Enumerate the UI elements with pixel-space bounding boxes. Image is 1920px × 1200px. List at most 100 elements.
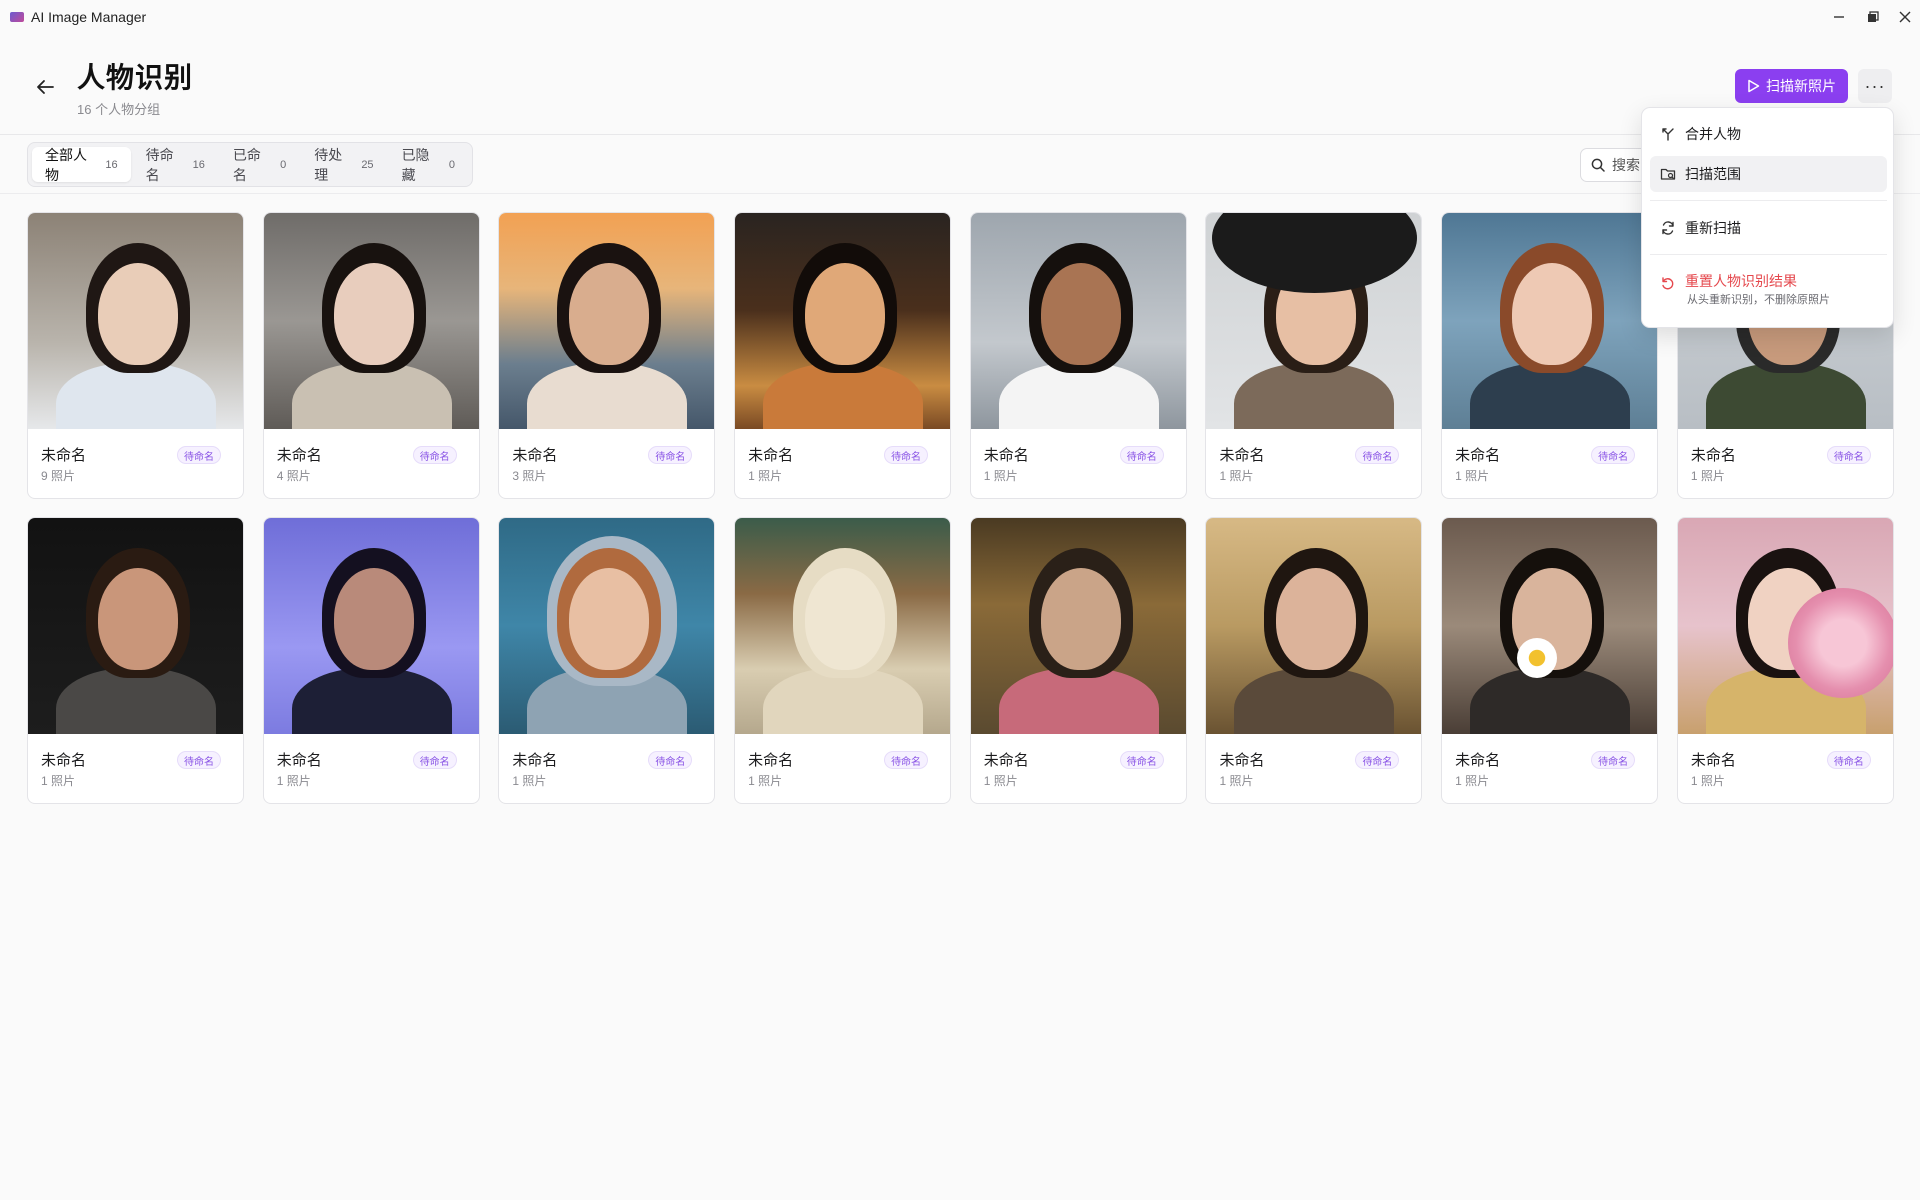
person-card[interactable]: 未命名 4 照片 待命名 [262, 212, 480, 499]
person-photo[interactable] [1677, 518, 1893, 734]
status-badge: 待命名 [412, 751, 457, 769]
play-icon [1748, 79, 1760, 93]
folder-search-icon [1660, 168, 1676, 180]
person-card[interactable]: 未命名 1 照片 待命名 [734, 517, 952, 804]
person-photo[interactable] [970, 518, 1186, 734]
tab-named[interactable]: 已命名 0 [220, 147, 299, 183]
menu-separator [1650, 200, 1887, 201]
scan-new-photos-button[interactable]: 扫描新照片 [1735, 69, 1848, 103]
photo-count: 1 照片 [1219, 774, 1254, 788]
tab-count: 0 [448, 158, 455, 171]
person-name: 未命名 [748, 447, 794, 464]
person-card[interactable]: 未命名 1 照片 待命名 [1205, 212, 1423, 499]
person-name: 未命名 [983, 752, 1029, 769]
person-grid: 未命名 9 照片 待命名 未命名 4 照片 待命名 未命名 3 照片 待命名 未命名 1 照片 待命名… [27, 212, 1895, 804]
status-badge: 待命名 [412, 446, 457, 464]
photo-flower [1517, 638, 1558, 678]
photo-count: 3 照片 [512, 469, 547, 483]
person-photo[interactable] [1442, 213, 1658, 429]
person-card[interactable]: 未命名 9 照片 待命名 [27, 212, 244, 499]
photo-count: 1 照片 [748, 774, 783, 788]
person-name: 未命名 [983, 447, 1029, 464]
person-photo[interactable] [499, 213, 715, 429]
status-badge: 待命名 [1355, 446, 1400, 464]
menu-reset-description: 从头重新识别，不删除原照片 [1687, 294, 1830, 306]
photo-count: 1 照片 [1690, 469, 1725, 483]
menu-merge-label: 合并人物 [1685, 126, 1741, 142]
person-photo[interactable] [28, 213, 243, 429]
app-logo-icon [10, 12, 24, 22]
tab-all-people[interactable]: 全部人物 16 [32, 147, 131, 183]
person-card[interactable]: 未命名 1 照片 待命名 [262, 517, 480, 804]
status-badge: 待命名 [884, 446, 929, 464]
person-card[interactable]: 未命名 1 照片 待命名 [27, 517, 244, 804]
app-title: AI Image Manager [31, 9, 147, 25]
status-badge: 待命名 [1826, 751, 1871, 769]
search-placeholder: 搜索 [1612, 157, 1640, 173]
photo-face [333, 568, 414, 670]
minimize-icon[interactable] [1826, 4, 1852, 30]
tab-hidden[interactable]: 已隐藏 0 [389, 147, 468, 183]
status-badge: 待命名 [1119, 446, 1164, 464]
tab-unnamed[interactable]: 待命名 16 [133, 147, 218, 183]
person-photo[interactable] [1206, 518, 1422, 734]
more-options-button[interactable]: ··· [1858, 69, 1892, 103]
person-name: 未命名 [41, 447, 87, 464]
photo-count: 1 照片 [748, 469, 783, 483]
back-button[interactable] [30, 72, 60, 102]
photo-face [1276, 568, 1357, 670]
person-name: 未命名 [748, 752, 794, 769]
photo-face [98, 568, 178, 670]
person-photo[interactable] [1206, 213, 1422, 429]
person-photo[interactable] [735, 518, 951, 734]
tab-count: 16 [105, 158, 118, 171]
person-name: 未命名 [276, 752, 322, 769]
menu-reset-label: 重置人物识别结果 [1685, 273, 1797, 289]
photo-count: 1 照片 [41, 774, 76, 788]
status-badge: 待命名 [1591, 751, 1636, 769]
reset-icon [1662, 277, 1674, 290]
tab-pending[interactable]: 待处理 25 [301, 147, 386, 183]
person-name: 未命名 [1455, 447, 1501, 464]
person-photo[interactable] [28, 518, 243, 734]
status-badge: 待命名 [177, 446, 221, 464]
photo-count: 1 照片 [1690, 774, 1725, 788]
person-photo[interactable] [499, 518, 715, 734]
photo-face [333, 263, 414, 365]
person-photo[interactable] [735, 213, 951, 429]
status-badge: 待命名 [1119, 751, 1164, 769]
status-badge: 待命名 [884, 751, 929, 769]
person-card[interactable]: 未命名 1 照片 待命名 [1441, 517, 1659, 804]
photo-face [805, 568, 886, 670]
filter-tabs: 全部人物 16 待命名 16 已命名 0 待处理 25 已隐藏 0 [27, 142, 473, 187]
page-title: 人物识别 [77, 62, 194, 93]
person-card[interactable]: 未命名 1 照片 待命名 [734, 212, 952, 499]
person-photo[interactable] [263, 518, 479, 734]
menu-item-rescan[interactable]: 重新扫描 [1650, 210, 1887, 246]
menu-item-scan-scope[interactable]: 扫描范围 [1650, 156, 1887, 192]
person-card[interactable]: 未命名 1 照片 待命名 [969, 212, 1187, 499]
status-badge: 待命名 [1826, 446, 1871, 464]
person-card[interactable]: 未命名 1 照片 待命名 [1676, 517, 1894, 804]
scan-button-label: 扫描新照片 [1766, 78, 1836, 94]
person-photo[interactable] [263, 213, 479, 429]
photo-count: 9 照片 [41, 469, 76, 483]
photo-count: 1 照片 [1219, 469, 1254, 483]
person-card[interactable]: 未命名 3 照片 待命名 [498, 212, 716, 499]
person-photo[interactable] [970, 213, 1186, 429]
restore-icon[interactable] [1860, 4, 1886, 30]
menu-item-reset[interactable]: 重置人物识别结果 从头重新识别，不删除原照片 [1650, 264, 1887, 310]
status-badge: 待命名 [177, 751, 221, 769]
photo-face [1040, 263, 1121, 365]
menu-rescan-label: 重新扫描 [1685, 220, 1741, 236]
photo-count: 1 照片 [983, 469, 1018, 483]
photo-face [1040, 568, 1121, 670]
person-card[interactable]: 未命名 1 照片 待命名 [1205, 517, 1423, 804]
person-card[interactable]: 未命名 1 照片 待命名 [969, 517, 1187, 804]
photo-count: 1 照片 [512, 774, 547, 788]
person-photo[interactable] [1442, 518, 1658, 734]
menu-item-merge[interactable]: 合并人物 [1650, 116, 1887, 152]
person-card[interactable]: 未命名 1 照片 待命名 [498, 517, 716, 804]
close-icon[interactable] [1892, 4, 1918, 30]
person-card[interactable]: 未命名 1 照片 待命名 [1441, 212, 1659, 499]
